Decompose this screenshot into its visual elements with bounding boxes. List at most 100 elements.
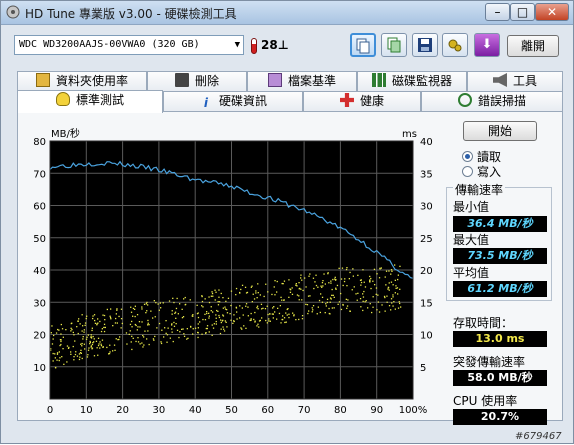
access-time-point bbox=[145, 312, 147, 314]
access-time-point bbox=[236, 318, 238, 320]
access-time-point bbox=[387, 287, 390, 289]
access-time-point bbox=[331, 294, 333, 296]
access-time-point bbox=[363, 281, 365, 283]
access-time-point bbox=[276, 280, 278, 283]
access-time-point bbox=[281, 299, 283, 301]
min-value: 36.4 MB/秒 bbox=[453, 216, 547, 232]
access-time-point bbox=[282, 318, 284, 321]
access-time-point bbox=[251, 285, 253, 287]
access-time-point bbox=[182, 328, 184, 330]
radio-dot bbox=[462, 151, 473, 162]
access-time-point bbox=[190, 326, 192, 328]
y-tick-label-left: 20 bbox=[33, 331, 46, 342]
access-time-point bbox=[399, 302, 401, 305]
access-time-point bbox=[396, 287, 399, 289]
access-time-point bbox=[66, 361, 68, 363]
access-time-point bbox=[359, 298, 362, 300]
access-time-point bbox=[362, 293, 364, 295]
access-time-point bbox=[54, 366, 57, 369]
access-time-point bbox=[281, 282, 283, 285]
access-time-point bbox=[96, 324, 98, 326]
access-time-point bbox=[81, 314, 83, 316]
access-time-point bbox=[211, 291, 213, 293]
access-time-point bbox=[300, 288, 302, 290]
read-label: 讀取 bbox=[477, 150, 502, 164]
access-time-point bbox=[95, 340, 98, 342]
access-time-point bbox=[99, 347, 101, 349]
access-time-point bbox=[100, 343, 102, 345]
access-time-point bbox=[369, 303, 371, 305]
start-button[interactable]: 開始 bbox=[463, 121, 537, 141]
access-time-point bbox=[291, 293, 294, 295]
access-time-point bbox=[215, 323, 217, 325]
access-time-point bbox=[132, 315, 134, 317]
access-time-point bbox=[346, 305, 349, 307]
access-time-point bbox=[160, 341, 162, 343]
access-time-point bbox=[334, 276, 336, 278]
access-time-point bbox=[82, 338, 84, 340]
access-time-point bbox=[61, 328, 64, 330]
access-time-point bbox=[87, 354, 89, 356]
access-time-point bbox=[152, 338, 155, 340]
access-time-point bbox=[230, 290, 233, 292]
access-time-point bbox=[157, 303, 159, 305]
access-time-point bbox=[70, 327, 72, 329]
access-time-point bbox=[201, 333, 203, 335]
access-time-point bbox=[296, 294, 299, 296]
access-time-point bbox=[165, 332, 167, 334]
access-time-point bbox=[98, 343, 100, 345]
access-time-point bbox=[254, 311, 256, 314]
write-radio[interactable]: 寫入 bbox=[462, 165, 501, 179]
access-time-point bbox=[268, 318, 270, 320]
access-time-point bbox=[102, 346, 104, 348]
access-time-point bbox=[300, 274, 302, 276]
access-time-point bbox=[212, 295, 214, 297]
access-time-point bbox=[391, 302, 393, 304]
access-time-point bbox=[320, 293, 322, 295]
access-time-point bbox=[363, 290, 365, 293]
access-time-point bbox=[212, 311, 214, 313]
read-radio[interactable]: 讀取 bbox=[462, 150, 501, 164]
y-tick-label-left: 50 bbox=[33, 234, 46, 245]
watermark: #679467 bbox=[515, 431, 562, 442]
y-tick-label-right: 20 bbox=[420, 266, 433, 277]
access-time-point bbox=[218, 289, 220, 291]
access-time-point bbox=[347, 299, 349, 301]
access-time-point bbox=[160, 342, 163, 345]
tab-benchmark[interactable]: 標準測試 bbox=[17, 90, 163, 113]
access-time-point bbox=[397, 278, 399, 281]
x-tick-label: 10 bbox=[80, 405, 93, 416]
access-time-point bbox=[94, 319, 96, 322]
access-time-point bbox=[101, 328, 103, 330]
min-label: 最小值 bbox=[453, 200, 490, 214]
access-time-point bbox=[161, 329, 163, 331]
access-time-point bbox=[91, 329, 93, 332]
access-time-point bbox=[102, 314, 104, 316]
access-time-point bbox=[330, 282, 332, 284]
access-time-point bbox=[215, 314, 217, 316]
access-time-point bbox=[56, 359, 58, 361]
access-time-point bbox=[338, 267, 340, 269]
access-time-point bbox=[110, 318, 112, 320]
access-time-point bbox=[134, 308, 136, 310]
y-tick-label-left: 30 bbox=[33, 298, 46, 309]
access-time-point bbox=[82, 336, 84, 338]
access-time-point bbox=[116, 309, 118, 311]
access-time-point bbox=[291, 287, 293, 289]
access-time-point bbox=[247, 306, 249, 308]
access-time-point bbox=[166, 334, 169, 336]
access-time-point bbox=[298, 295, 300, 297]
access-time-point bbox=[167, 327, 169, 329]
access-time-point bbox=[370, 277, 372, 280]
access-time-point bbox=[93, 314, 96, 316]
access-time-point bbox=[346, 285, 348, 287]
access-time-point bbox=[90, 334, 92, 336]
access-time-point bbox=[227, 297, 230, 299]
bulb-icon bbox=[55, 92, 70, 106]
access-time-point bbox=[114, 349, 116, 351]
access-time-point bbox=[215, 291, 217, 293]
access-time-point bbox=[130, 306, 132, 308]
access-time-point bbox=[226, 326, 228, 328]
access-time-point bbox=[241, 307, 243, 309]
access-time-point bbox=[318, 299, 321, 302]
